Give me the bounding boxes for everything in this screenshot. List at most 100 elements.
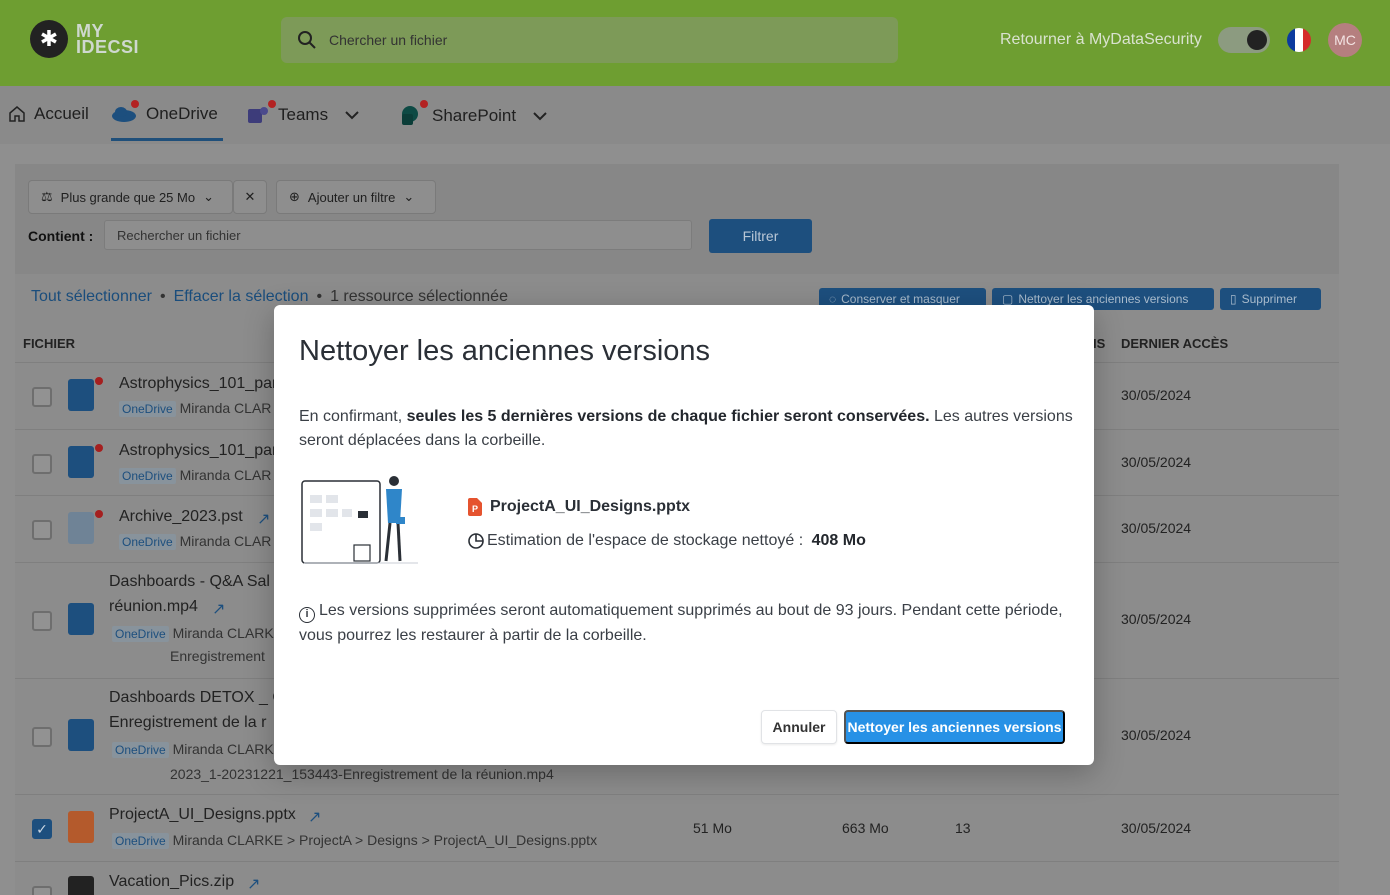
active-tab-indicator: [111, 138, 223, 141]
cancel-button[interactable]: Annuler: [761, 710, 837, 744]
onedrive-badge: OneDrive: [119, 534, 176, 550]
toggle-knob: [1247, 30, 1267, 50]
tab-onedrive[interactable]: OneDrive: [110, 104, 218, 124]
storage-estimate-value: 408 Mo: [811, 532, 866, 549]
clear-selection-link[interactable]: Effacer la sélection: [174, 288, 309, 306]
column-versions[interactable]: IS: [1093, 336, 1105, 351]
powerpoint-icon: P: [468, 498, 482, 516]
table-row[interactable]: Vacation_Pics.zip ↗: [15, 861, 1339, 895]
add-filter-button[interactable]: ⊕ Ajouter un filtre ⌄: [276, 180, 436, 214]
file-name[interactable]: Dashboards - Q&A Sal: [109, 573, 270, 591]
logo-text: MY IDECSI: [76, 21, 140, 57]
notification-dot: [268, 100, 276, 108]
last-access: 30/05/2024: [1121, 454, 1192, 470]
chevron-down-icon: ⌄: [203, 189, 214, 204]
alert-dot: [95, 377, 103, 385]
french-flag-icon[interactable]: [1287, 28, 1311, 52]
home-icon: [9, 106, 25, 122]
main-nav: Accueil OneDrive Teams SharePoint: [0, 86, 1390, 144]
video-file-icon: [68, 603, 94, 635]
top-bar: ✱ MY IDECSI Chercher un fichier Retourne…: [0, 0, 1390, 86]
row-checkbox[interactable]: [32, 886, 52, 895]
chevron-down-icon: ⌄: [403, 189, 415, 204]
file-name[interactable]: Astrophysics_101_par: [119, 442, 277, 460]
info-icon: i: [299, 607, 315, 623]
tab-accueil[interactable]: Accueil: [8, 104, 89, 124]
notification-dot: [131, 100, 139, 108]
chevron-down-icon[interactable]: [336, 108, 366, 122]
file-name[interactable]: Vacation_Pics.zip: [109, 873, 234, 891]
onedrive-badge: OneDrive: [112, 833, 169, 849]
close-icon: ✕: [244, 189, 256, 204]
chevron-down-icon[interactable]: [524, 109, 554, 123]
external-link-icon[interactable]: ↗: [308, 807, 321, 827]
last-access: 30/05/2024: [1121, 611, 1192, 627]
external-link-icon[interactable]: ↗: [212, 599, 225, 619]
file-name[interactable]: Astrophysics_101_par: [119, 375, 277, 393]
table-row-selected[interactable]: ✓ ProjectA_UI_Designs.pptx ↗ OneDrive Mi…: [15, 794, 1339, 861]
avatar[interactable]: MC: [1328, 23, 1362, 57]
dialog-description: En confirmant, seules les 5 dernières ve…: [299, 408, 1073, 449]
row-checkbox[interactable]: [32, 454, 52, 474]
row-checkbox[interactable]: [32, 520, 52, 540]
row-checkbox[interactable]: [32, 387, 52, 407]
zip-file-icon: [68, 876, 94, 895]
external-link-icon[interactable]: ↗: [247, 874, 260, 894]
trash-icon: ▯: [1230, 292, 1237, 306]
dialog-title: Nettoyer les anciennes versions: [299, 335, 711, 367]
filter-bar: ⚖ Plus grande que 25 Mo ⌄ ✕ ⊕ Ajouter un…: [15, 164, 1339, 274]
return-link[interactable]: Retourner à MyDataSecurity: [1000, 31, 1202, 49]
last-access: 30/05/2024: [1121, 387, 1192, 403]
contient-input[interactable]: Rechercher un fichier: [104, 220, 692, 250]
row-checkbox-checked[interactable]: ✓: [32, 819, 52, 839]
search-icon: [298, 31, 316, 49]
size-filter-chip[interactable]: ⚖ Plus grande que 25 Mo ⌄: [28, 180, 233, 214]
eye-off-icon: ◌: [829, 292, 837, 306]
selection-bar: Tout sélectionner • Effacer la sélection…: [31, 288, 508, 306]
tab-teams[interactable]: Teams: [246, 104, 366, 126]
external-link-icon[interactable]: ↗: [257, 509, 270, 529]
onedrive-badge: OneDrive: [112, 626, 169, 642]
notification-dot: [420, 100, 428, 108]
delete-button[interactable]: ▯ Supprimer: [1220, 288, 1321, 310]
alert-dot: [95, 510, 103, 518]
row-checkbox[interactable]: [32, 611, 52, 631]
filter-icon: ⚖: [41, 189, 53, 204]
onedrive-badge: OneDrive: [119, 468, 176, 484]
column-last-access[interactable]: DERNIER ACCÈS: [1121, 336, 1228, 351]
row-checkbox[interactable]: [32, 727, 52, 747]
select-all-link[interactable]: Tout sélectionner: [31, 288, 152, 306]
video-file-icon: [68, 446, 94, 478]
total-size: 663 Mo: [842, 820, 889, 836]
contient-label: Contient :: [28, 228, 94, 244]
clean-versions-dialog: Nettoyer les anciennes versions En confi…: [274, 305, 1094, 765]
onedrive-badge: OneDrive: [112, 742, 169, 758]
search-input[interactable]: Chercher un fichier: [281, 17, 898, 63]
logo-mark-icon: ✱: [30, 20, 68, 58]
file-size: 51 Mo: [693, 820, 732, 836]
selected-file-name: ProjectA_UI_Designs.pptx: [490, 498, 691, 515]
file-icon: [68, 512, 94, 544]
version-count: 13: [955, 820, 971, 836]
theme-toggle[interactable]: [1218, 27, 1270, 53]
filter-button[interactable]: Filtrer: [709, 219, 812, 253]
search-placeholder: Chercher un fichier: [329, 32, 448, 48]
sharepoint-icon: [402, 106, 418, 125]
file-name[interactable]: Dashboards DETOX _ C: [109, 689, 284, 707]
pie-chart-icon: [468, 533, 484, 549]
confirm-clean-versions-button[interactable]: Nettoyer les anciennes versions: [844, 710, 1065, 744]
selected-file: P ProjectA_UI_Designs.pptx: [468, 498, 690, 516]
video-file-icon: [68, 379, 94, 411]
file-name[interactable]: ProjectA_UI_Designs.pptx: [109, 806, 296, 824]
plus-circle-icon: ⊕: [289, 189, 300, 204]
remove-filter-button[interactable]: ✕: [233, 180, 267, 214]
alert-dot: [95, 444, 103, 452]
onedrive-badge: OneDrive: [119, 401, 176, 417]
powerpoint-file-icon: [68, 811, 94, 843]
file-name[interactable]: Archive_2023.pst: [119, 508, 243, 526]
selection-count: 1 ressource sélectionnée: [330, 288, 508, 305]
last-access: 30/05/2024: [1121, 520, 1192, 536]
app-logo[interactable]: ✱ MY IDECSI: [30, 20, 139, 58]
column-file[interactable]: FICHIER: [23, 336, 75, 351]
video-file-icon: [68, 719, 94, 751]
